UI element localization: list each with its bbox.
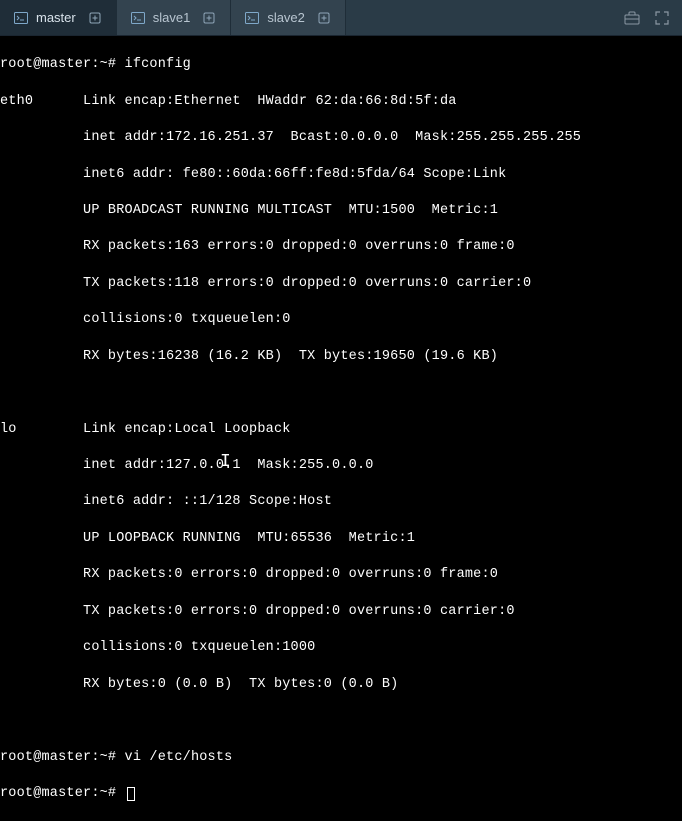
ifconfig-line: RX bytes:0 (0.0 B) TX bytes:0 (0.0 B) (0, 676, 682, 694)
ifconfig-line: inet6 addr: fe80::60da:66ff:fe8d:5fda/64… (0, 166, 682, 184)
ifconfig-line: collisions:0 txqueuelen:1000 (0, 639, 682, 657)
ifconfig-line: UP BROADCAST RUNNING MULTICAST MTU:1500 … (0, 202, 682, 220)
ifconfig-line: collisions:0 txqueuelen:0 (0, 311, 682, 329)
ifconfig-line: RX packets:163 errors:0 dropped:0 overru… (0, 238, 682, 256)
terminal-icon (131, 12, 145, 24)
terminal-output[interactable]: root@master:~# ifconfig eth0 Link encap:… (0, 36, 682, 821)
ifconfig-line: RX packets:0 errors:0 dropped:0 overruns… (0, 566, 682, 584)
fullscreen-icon[interactable] (654, 10, 670, 26)
blank-line (0, 712, 682, 730)
tab-bar-actions (612, 0, 682, 35)
ifconfig-line: RX bytes:16238 (16.2 KB) TX bytes:19650 … (0, 348, 682, 366)
command-text: vi /etc/hosts (125, 750, 233, 765)
terminal-icon (245, 12, 259, 24)
duplicate-tab-icon[interactable] (202, 11, 216, 25)
shell-prompt: root@master:~# (0, 57, 125, 72)
ifconfig-line: TX packets:0 errors:0 dropped:0 overruns… (0, 603, 682, 621)
duplicate-tab-icon[interactable] (88, 11, 102, 25)
tab-slave2[interactable]: slave2 (231, 0, 346, 35)
tab-label: slave2 (267, 10, 305, 25)
terminal-icon (14, 12, 28, 24)
tab-master[interactable]: master (0, 0, 117, 35)
terminal-cursor (127, 787, 135, 801)
blank-line (0, 384, 682, 402)
ifconfig-line: UP LOOPBACK RUNNING MTU:65536 Metric:1 (0, 530, 682, 548)
ifconfig-line: TX packets:118 errors:0 dropped:0 overru… (0, 275, 682, 293)
tab-slave1[interactable]: slave1 (117, 0, 232, 35)
ifconfig-line: eth0 Link encap:Ethernet HWaddr 62:da:66… (0, 93, 682, 111)
toolbox-icon[interactable] (624, 10, 640, 26)
tab-bar: master slave1 slave2 (0, 0, 682, 36)
shell-prompt: root@master:~# (0, 786, 125, 801)
shell-prompt: root@master:~# (0, 750, 125, 765)
command-text: ifconfig (125, 57, 191, 72)
tab-label: master (36, 10, 76, 25)
ifconfig-line: inet addr:127.0.0.1 Mask:255.0.0.0 (0, 457, 682, 475)
ifconfig-line: inet addr:172.16.251.37 Bcast:0.0.0.0 Ma… (0, 129, 682, 147)
ifconfig-line: lo Link encap:Local Loopback (0, 421, 682, 439)
duplicate-tab-icon[interactable] (317, 11, 331, 25)
ifconfig-line: inet6 addr: ::1/128 Scope:Host (0, 493, 682, 511)
tab-label: slave1 (153, 10, 191, 25)
